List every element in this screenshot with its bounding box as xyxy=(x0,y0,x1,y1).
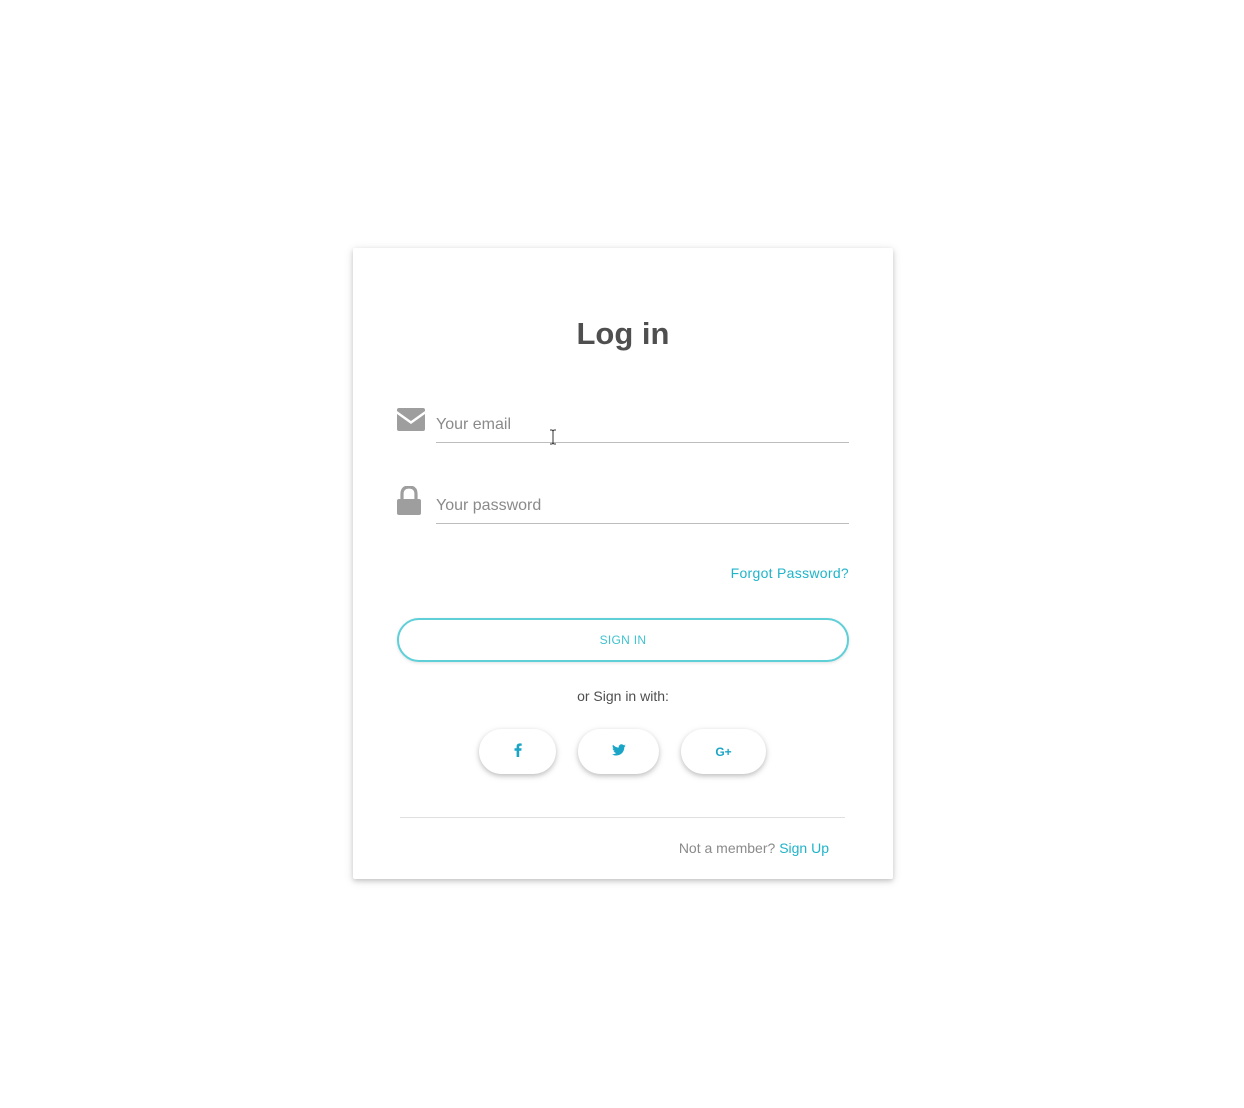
footer-divider xyxy=(400,817,845,818)
sign-up-link[interactable]: Sign Up xyxy=(779,840,829,856)
facebook-button[interactable] xyxy=(479,729,556,774)
twitter-button[interactable] xyxy=(578,729,659,774)
lock-icon xyxy=(396,485,426,516)
envelope-icon xyxy=(396,408,426,438)
password-input[interactable] xyxy=(436,490,849,523)
google-plus-icon: G+ xyxy=(715,744,732,759)
sign-in-button[interactable]: SIGN IN xyxy=(397,618,849,662)
or-sign-in-with-label: or Sign in with: xyxy=(577,688,669,704)
text-cursor-icon xyxy=(549,429,557,445)
email-field[interactable] xyxy=(436,409,849,443)
login-card: Log in Forgot Password? SIGN IN or Sign … xyxy=(353,248,893,879)
password-field[interactable] xyxy=(436,490,849,524)
email-input[interactable] xyxy=(436,409,849,442)
twitter-icon xyxy=(611,744,626,759)
facebook-icon xyxy=(514,743,522,760)
page-title: Log in xyxy=(576,316,670,351)
signup-footer: Not a member? Sign Up xyxy=(679,840,829,856)
not-member-text: Not a member? xyxy=(678,840,776,856)
forgot-password-link[interactable]: Forgot Password? xyxy=(731,565,849,581)
google-plus-button[interactable]: G+ xyxy=(681,729,766,774)
